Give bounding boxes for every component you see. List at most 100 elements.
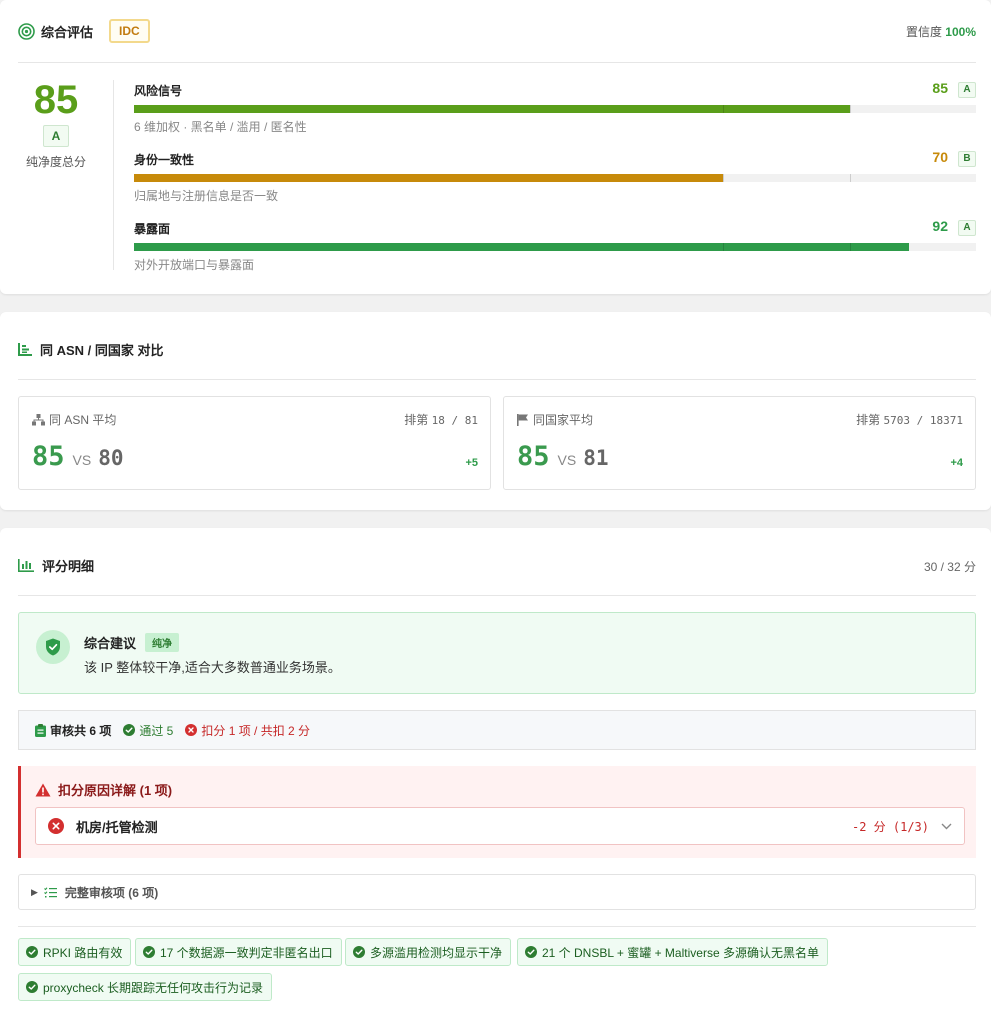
total-grade: A [43,125,69,147]
check-circle-icon [353,946,365,958]
vs-label: VS [72,452,92,468]
chevron-down-icon[interactable] [941,823,952,830]
country-label: 同国家平均 [517,411,593,428]
bar-tick [723,174,725,182]
audit-summary: 审核共 6 项 通过 5 扣分 1 项 / 共扣 2 分 [18,710,976,750]
ip-score: 85 [32,441,65,472]
metric-desc: 对外开放端口与暴露面 [134,258,255,272]
check-tag-text: 17 个数据源一致判定非匿名出口 [160,945,333,960]
asn-rank: 排第 18 / 81 [404,411,478,428]
bar-tick [849,105,851,113]
asn-delta: +5 [465,457,478,469]
network-icon [32,413,45,425]
full-audit-toggle[interactable]: ▶ 完整审核项 (6 项) [18,874,976,910]
metric-grade: A [958,220,976,236]
shield-check-icon [36,630,70,664]
asn-avg-score: 80 [98,446,124,470]
audit-passed-text: 通过 5 [139,723,174,738]
check-circle-icon [123,724,136,736]
metric-identity: 身份一致性 70 B 归属地与注册信息是否一致 [134,149,976,209]
deduction-header: 扣分原因详解 (1 项) [35,780,172,799]
bar-tick [723,243,725,251]
advice-title: 综合建议 纯净 [84,633,180,652]
ip-score: 85 [517,441,550,472]
overview-card: 综合评估 IDC 置信度 100% 85 A 纯净度总分 风险信号 85 A 6… [0,0,991,294]
check-tag: 21 个 DNSBL + 蜜罐 + Maltiverse 多源确认无黑名单 [517,938,828,966]
metric-risk-signal: 风险信号 85 A 6 维加权 · 黑名单 / 滥用 / 匿名性 [134,80,976,140]
divider [18,379,976,380]
bar-chart-icon [18,559,34,572]
confidence-value: 100% [945,24,976,39]
rank-value: 5703 / 18371 [883,414,963,427]
check-tag: 多源滥用检测均显示干净 [345,938,512,966]
metric-score: 85 [932,80,948,96]
total-score: 85 [33,78,79,122]
clipboard-icon [35,723,46,737]
check-tag: RPKI 路由有效 [18,938,132,966]
asn-label-text: 同 ASN 平均 [49,413,117,427]
asn-values: 85 VS 80 [32,441,124,472]
check-circle-icon [26,981,38,993]
confidence-label: 置信度 [905,24,942,39]
metric-bar [134,174,976,182]
comparison-title: 同 ASN / 同国家 对比 [40,343,164,358]
asn-compare-box: 同 ASN 平均 排第 18 / 81 85 VS 80 +5 [18,396,491,490]
check-tag-text: proxycheck 长期跟踪无任何攻击行为记录 [43,980,264,995]
check-circle-icon [143,946,155,958]
country-rank: 排第 5703 / 18371 [856,411,963,428]
audit-deducted: 扣分 1 项 / 共扣 2 分 [185,722,310,739]
divider [18,595,976,596]
audit-deducted-text: 扣分 1 项 / 共扣 2 分 [201,723,311,738]
bar-tick [849,243,851,251]
comparison-header: 同 ASN / 同国家 对比 [18,340,164,359]
metric-name: 身份一致性 [134,153,195,167]
deduction-item-name: 机房/托管检测 [76,819,158,835]
metric-score: 92 [932,218,948,234]
confidence: 置信度 100% [906,23,976,40]
divider [18,926,976,927]
deduction-panel: 扣分原因详解 (1 项) 机房/托管检测 -2 分 (1/3) [18,766,976,858]
details-header: 评分明细 [18,556,94,575]
deduction-title: 扣分原因详解 (1 项) [58,783,173,798]
country-delta: +4 [950,457,963,469]
deduction-item[interactable]: 机房/托管检测 -2 分 (1/3) [35,807,965,845]
metric-bar-fill [134,105,850,113]
metric-desc: 归属地与注册信息是否一致 [134,189,279,203]
metric-score: 70 [932,149,948,165]
metric-grade: A [958,82,976,98]
metric-bar-fill [134,243,909,251]
rank-value: 18 / 81 [431,414,478,427]
check-tag: 17 个数据源一致判定非匿名出口 [135,938,342,966]
checklist-icon [44,886,57,898]
total-score-block: 85 A 纯净度总分 [18,78,94,170]
rank-label: 排第 [856,413,881,427]
country-compare-box: 同国家平均 排第 5703 / 18371 85 VS 81 +4 [503,396,976,490]
advice-text: 该 IP 整体较干净,适合大多数普通业务场景。 [84,660,341,675]
country-values: 85 VS 81 [517,441,609,472]
metric-exposure: 暴露面 92 A 对外开放端口与暴露面 [134,218,976,278]
audit-total: 审核共 6 项 [35,722,111,739]
metric-name: 风险信号 [134,84,183,98]
check-circle-icon [525,946,537,958]
metric-grade: B [958,151,976,167]
vs-label: VS [557,452,577,468]
asn-label: 同 ASN 平均 [32,411,116,428]
audit-total-text: 审核共 6 项 [50,723,112,738]
details-title: 评分明细 [42,559,95,574]
target-icon [18,22,35,40]
country-avg-score: 81 [583,446,609,470]
metric-desc: 6 维加权 · 黑名单 / 滥用 / 匿名性 [134,120,307,134]
deduction-item-points: -2 分 (1/3) [851,819,929,834]
check-tag-text: 多源滥用检测均显示干净 [370,945,503,960]
check-circle-icon [26,946,38,958]
check-tag: proxycheck 长期跟踪无任何攻击行为记录 [18,973,273,1001]
metric-name: 暴露面 [134,222,171,236]
x-circle-icon [185,724,198,736]
check-tag-text: 21 个 DNSBL + 蜜罐 + Maltiverse 多源确认无黑名单 [542,945,819,960]
divider [18,62,976,63]
flag-icon [517,413,528,426]
overview-title: 综合评估 [41,24,94,40]
caret-right-icon: ▶ [31,886,38,897]
advice-tag: 纯净 [145,633,180,652]
metric-bar-fill [134,174,724,182]
